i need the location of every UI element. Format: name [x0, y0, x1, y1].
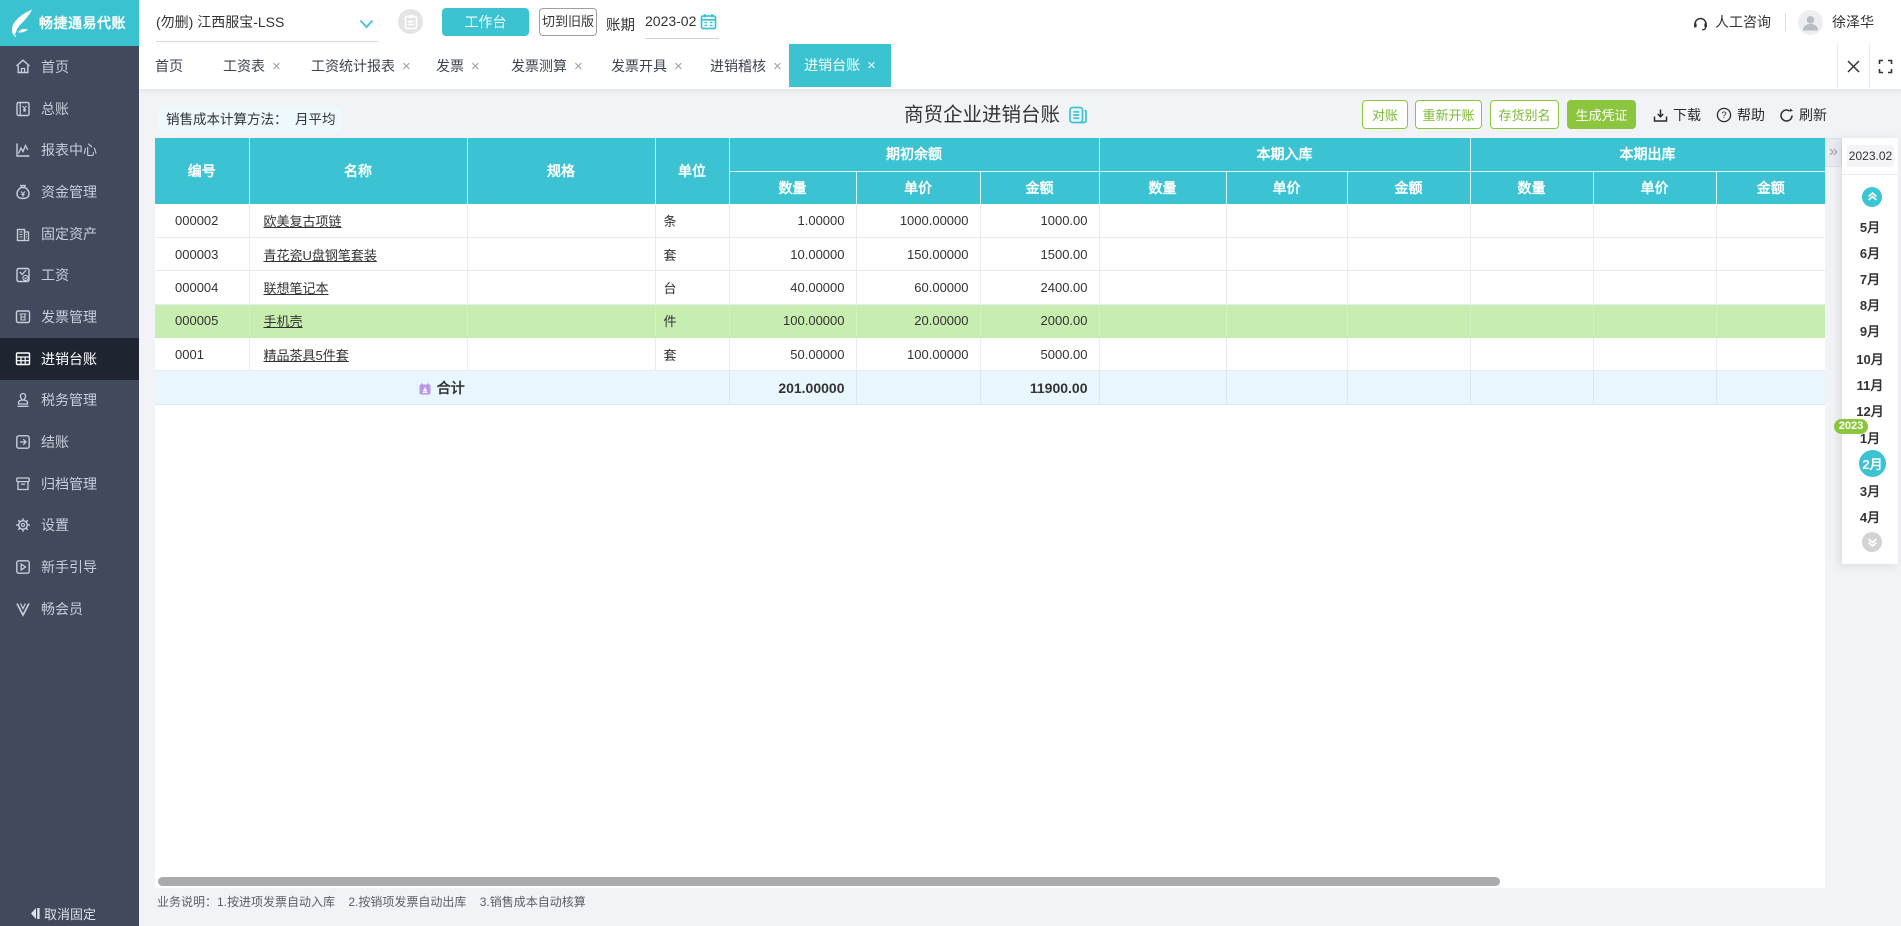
svg-text:?: ?: [1721, 110, 1726, 121]
